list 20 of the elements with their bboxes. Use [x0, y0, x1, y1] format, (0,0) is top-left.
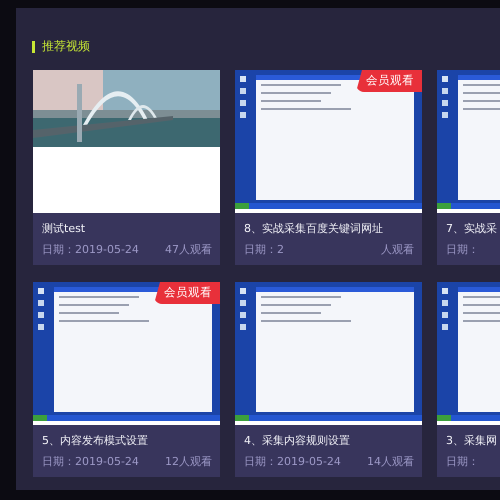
video-title[interactable]: 8、实战采集百度关键词网址 — [244, 221, 414, 237]
upload-date: 日期： — [446, 455, 479, 469]
upload-date: 日期： — [446, 243, 479, 257]
view-count: 14人观看 — [367, 455, 414, 469]
video-title[interactable]: 4、采集内容规则设置 — [244, 433, 414, 449]
view-count: 人观看 — [381, 243, 414, 257]
view-count: 12人观看 — [165, 455, 212, 469]
vip-badge: 会员观看 — [154, 282, 220, 304]
upload-date: 日期：2019-05-24 — [42, 455, 139, 469]
upload-date: 日期：2 — [244, 243, 284, 257]
video-title[interactable]: 5、内容发布模式设置 — [42, 433, 212, 449]
upload-date: 日期：2019-05-24 — [244, 455, 341, 469]
view-count: 47人观看 — [165, 243, 212, 257]
video-title[interactable]: 7、实战采 — [446, 221, 500, 237]
vip-badge: 会员观看 — [356, 70, 422, 92]
upload-date: 日期：2019-05-24 — [42, 243, 139, 257]
section-title: 推荐视频 — [42, 38, 90, 55]
video-title[interactable]: 测试test — [42, 221, 212, 237]
video-title[interactable]: 3、采集网 — [446, 433, 500, 449]
accent-bar — [32, 40, 35, 52]
